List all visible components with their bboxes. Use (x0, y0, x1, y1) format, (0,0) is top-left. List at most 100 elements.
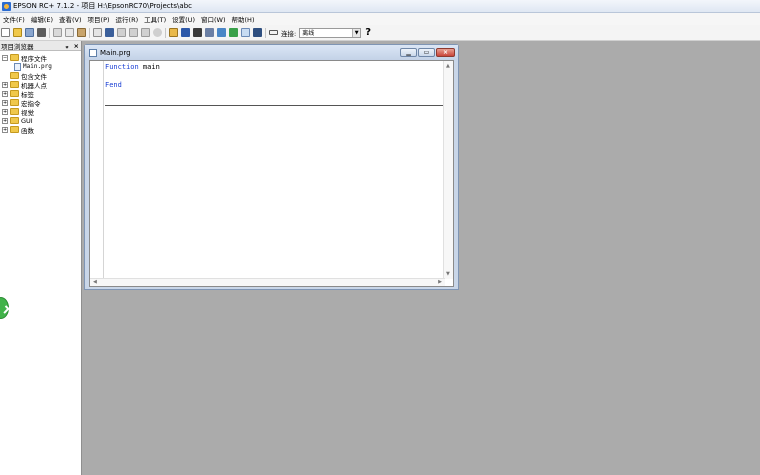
new-file-icon[interactable] (1, 28, 10, 37)
connect-icon[interactable] (229, 28, 238, 37)
menu-project[interactable]: 项目(P) (85, 14, 113, 24)
menu-help[interactable]: 帮助(H) (229, 14, 258, 24)
project-tree: − 程序文件 Main.prg 包含文件 + 机器人点 + 标签 + 宏指令 +… (0, 51, 81, 135)
function-name: main (138, 63, 160, 71)
code-editor[interactable]: Function main Fend ▲ ▼ ◀ ▶ (89, 60, 454, 287)
horizontal-scrollbar[interactable]: ◀ ▶ (90, 278, 445, 286)
folder-icon (10, 108, 19, 115)
collapse-icon[interactable]: − (2, 54, 8, 61)
folder-open-icon (10, 54, 19, 61)
chevron-down-icon[interactable]: ▼ (352, 28, 361, 37)
scroll-right-icon[interactable]: ▶ (438, 279, 442, 285)
tree-item-label: 程序文件 (21, 54, 47, 63)
program-file-icon (89, 48, 97, 57)
connection-value: 离线 (302, 30, 315, 37)
folder-icon (10, 72, 19, 79)
keyword-function: Function (105, 63, 139, 71)
command-window-icon[interactable] (181, 28, 190, 37)
tree-item-macros[interactable]: + 宏指令 (0, 98, 81, 108)
menu-tools[interactable]: 工具(T) (141, 14, 169, 24)
editor-title: Main.prg (100, 48, 131, 57)
help-button[interactable]: ? (365, 27, 371, 38)
editor-title-bar[interactable]: Main.prg ▁ ▭ × (85, 45, 458, 60)
indent-icon[interactable] (129, 28, 138, 37)
program-editor-window: Main.prg ▁ ▭ × Function main Fend ▲ ▼ ◀ … (84, 44, 459, 290)
window-layout-icon[interactable] (93, 28, 102, 37)
scroll-up-icon[interactable]: ▲ (446, 63, 450, 69)
close-icon[interactable]: × (436, 48, 455, 57)
build-icon[interactable] (105, 28, 114, 37)
panel-title: 项目浏览器 (1, 42, 34, 51)
main-toolbar: 连接: 离线 ▼ ? (0, 25, 760, 41)
menu-run[interactable]: 运行(R) (113, 14, 142, 24)
scroll-down-icon[interactable]: ▼ (446, 271, 450, 277)
system-config-icon[interactable] (241, 28, 250, 37)
tree-item-functions[interactable]: + 函数 (0, 125, 81, 135)
tree-item-labels[interactable]: + 标签 (0, 89, 81, 99)
folder-icon (10, 90, 19, 97)
menu-view[interactable]: 查看(V) (56, 14, 85, 24)
cut-icon[interactable] (53, 28, 62, 37)
menu-bar: 文件(F) 编辑(E) 查看(V) 项目(P) 运行(R) 工具(T) 设置(U… (0, 13, 760, 25)
connection-icon (269, 30, 278, 35)
menu-edit[interactable]: 编辑(E) (28, 14, 56, 24)
vision-guide-icon[interactable] (205, 28, 214, 37)
tree-item-gui[interactable]: + GUI (0, 116, 81, 125)
toolbar-separator (265, 27, 266, 38)
expand-icon[interactable]: + (2, 108, 8, 115)
robot-manager-icon[interactable] (169, 28, 178, 37)
tree-item-vision[interactable]: + 视觉 (0, 107, 81, 117)
editor-gutter (90, 61, 104, 279)
keyword-fend: Fend (105, 81, 122, 89)
vertical-scrollbar[interactable]: ▲ ▼ (443, 61, 453, 279)
scroll-left-icon[interactable]: ◀ (93, 279, 97, 285)
epson-app-icon (2, 1, 11, 11)
tree-item-label: GUI (21, 116, 33, 125)
camera-icon[interactable] (253, 28, 262, 37)
tree-item-robot-points[interactable]: + 机器人点 (0, 80, 81, 90)
tree-item-label: 函数 (21, 126, 34, 135)
maximize-icon[interactable]: ▭ (418, 48, 435, 57)
tree-item-label: Main.prg (23, 63, 52, 70)
folder-icon (10, 99, 19, 106)
paste-icon[interactable] (77, 28, 86, 37)
stop-icon[interactable] (153, 28, 162, 37)
function-divider (105, 105, 444, 106)
toolbar-separator (49, 27, 50, 38)
expand-icon[interactable]: + (2, 126, 8, 133)
expand-icon[interactable]: + (2, 90, 8, 97)
close-panel-icon[interactable]: × (74, 42, 79, 50)
folder-icon (10, 117, 19, 124)
expand-icon[interactable]: + (2, 117, 8, 124)
window-title: EPSON RC+ 7.1.2 - 项目 H:\EpsonRC70\Projec… (13, 2, 192, 10)
menu-file[interactable]: 文件(F) (0, 14, 28, 24)
code-content[interactable]: Function main Fend (105, 63, 160, 90)
folder-icon (10, 126, 19, 133)
tree-item-label: 视觉 (21, 108, 34, 117)
io-monitor-icon[interactable] (193, 28, 202, 37)
menu-window[interactable]: 窗口(W) (198, 14, 229, 24)
print-icon[interactable] (37, 28, 46, 37)
open-folder-icon[interactable] (13, 28, 22, 37)
pin-icon[interactable]: ᵩ (65, 42, 68, 50)
minimize-icon[interactable]: ▁ (400, 48, 417, 57)
code-line: Function main (105, 63, 160, 72)
save-all-icon[interactable] (25, 28, 34, 37)
connection-label: 连接: (281, 29, 297, 38)
step-icon[interactable] (117, 28, 126, 37)
gui-builder-icon[interactable] (217, 28, 226, 37)
code-line: Fend (105, 81, 160, 90)
copy-icon[interactable] (65, 28, 74, 37)
outdent-icon[interactable] (141, 28, 150, 37)
toolbar-separator (89, 27, 90, 38)
expand-icon[interactable]: + (2, 99, 8, 106)
menu-setup[interactable]: 设置(U) (169, 14, 198, 24)
tree-item-program-files[interactable]: − 程序文件 (0, 53, 81, 63)
title-bar: EPSON RC+ 7.1.2 - 项目 H:\EpsonRC70\Projec… (0, 0, 760, 13)
expand-icon[interactable]: + (2, 81, 8, 88)
panel-header: 项目浏览器 ᵩ × (0, 41, 81, 51)
project-explorer-panel: 项目浏览器 ᵩ × − 程序文件 Main.prg 包含文件 + 机器人点 + (0, 41, 82, 475)
toolbar-separator (165, 27, 166, 38)
connection-select[interactable]: 离线 ▼ (299, 27, 362, 38)
